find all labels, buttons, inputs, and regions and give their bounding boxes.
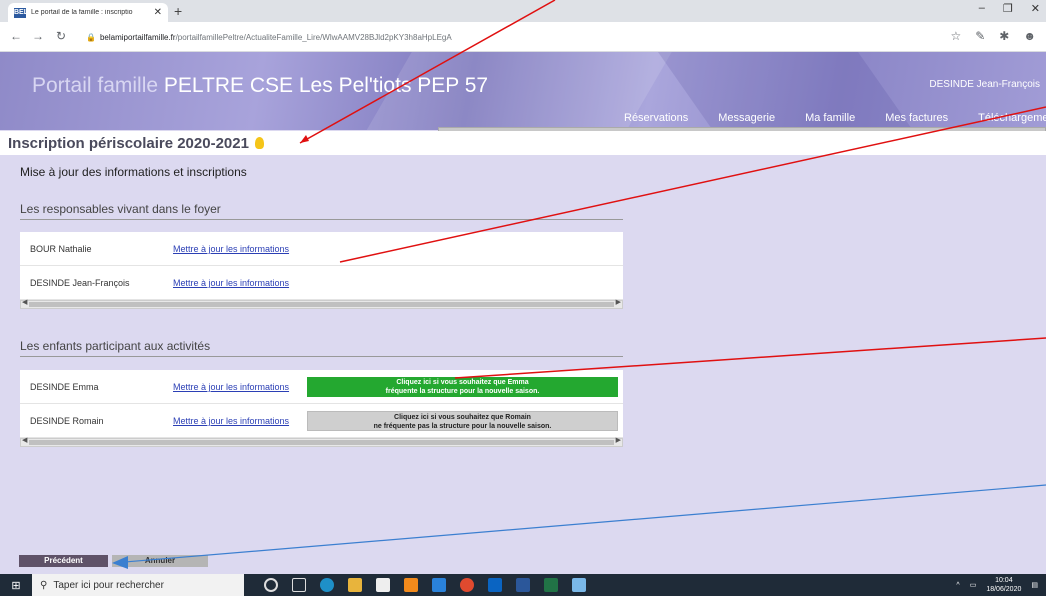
enfants-table: DESINDE Emma Mettre à jour les informati… [20, 370, 623, 447]
table-scrollbar[interactable]: ◀ ▶ [20, 436, 623, 447]
task-view-icon[interactable] [292, 578, 306, 592]
table-scrollbar[interactable]: ◀ ▶ [20, 298, 623, 309]
scrollbar-thumb[interactable] [29, 440, 614, 445]
clock[interactable]: 10:04 18/06/2020 [986, 576, 1021, 594]
update-info-link[interactable]: Mettre à jour les informations [173, 244, 289, 254]
scrollbar-thumb[interactable] [29, 302, 614, 307]
table-row: DESINDE Romain Mettre à jour les informa… [20, 404, 623, 438]
profile-icon[interactable]: ☻ [1023, 29, 1036, 43]
app-icon[interactable] [572, 578, 586, 592]
enroll-emma-button[interactable]: Cliquez ici si vous souhaitez que Emma f… [307, 377, 618, 397]
section-heading-enfants: Les enfants participant aux activités [20, 339, 623, 357]
cancel-button[interactable]: Annuler [112, 555, 208, 567]
scroll-right-icon[interactable]: ▶ [616, 298, 621, 306]
browser-address-bar: ← → ↻ 🔒 belamiportailfamille.fr/portailfa… [0, 22, 1046, 52]
taskbar-apps [264, 578, 586, 592]
site-favicon-icon: BEL [14, 7, 28, 18]
responsable-name: BOUR Nathalie [30, 244, 92, 254]
page-title-text: Inscription périscolaire 2020-2021 [8, 135, 249, 152]
close-tab-icon[interactable]: ✕ [154, 7, 162, 18]
url-host: belamiportailfamille.fr [99, 33, 176, 42]
word-icon[interactable] [516, 578, 530, 592]
forward-icon[interactable]: → [32, 29, 44, 43]
system-tray: ^ ▭ 10:04 18/06/2020 ▤ [956, 576, 1046, 594]
nav-messagerie[interactable]: Messagerie [718, 112, 775, 124]
child-name: DESINDE Emma [30, 382, 99, 392]
browser-tab[interactable]: BEL Le portail de la famille : inscripti… [8, 3, 168, 22]
edge-icon[interactable] [320, 578, 334, 592]
browser-toolbar-right: ☆ ✎ ✱ ☻ [950, 29, 1036, 43]
windows-taskbar: ⊞ ⚲ Taper ici pour rechercher ^ ▭ 10:04 … [0, 574, 1046, 596]
table-row: DESINDE Jean-François Mettre à jour les … [20, 266, 623, 300]
clock-time: 10:04 [995, 577, 1013, 584]
portal-header: Portail famille PELTRE CSE Les Pel'tiots… [0, 52, 1046, 130]
windows-start-icon[interactable]: ⊞ [0, 579, 32, 592]
puzzle-icon[interactable]: ✱ [999, 29, 1009, 43]
tab-title: Le portail de la famille : inscriptio [31, 9, 133, 16]
page-title: Inscription périscolaire 2020-2021 [8, 135, 264, 152]
search-placeholder: Taper ici pour rechercher [53, 579, 164, 591]
scroll-left-icon[interactable]: ◀ [22, 298, 27, 306]
update-info-link[interactable]: Mettre à jour les informations [173, 278, 289, 288]
lock-icon: 🔒 [86, 33, 96, 42]
nav-ma-famille[interactable]: Ma famille [805, 112, 855, 124]
notification-icon[interactable]: ▤ [1031, 581, 1038, 589]
file-explorer-icon[interactable] [348, 578, 362, 592]
page-subtitle: Mise à jour des informations et inscript… [20, 165, 247, 179]
url-path: /portailfamillePeltre/ActualiteFamille_L… [175, 33, 452, 42]
minimize-icon[interactable]: – [979, 2, 985, 15]
chrome-icon[interactable] [460, 578, 474, 592]
unenroll-romain-button[interactable]: Cliquez ici si vous souhaitez que Romain… [307, 411, 618, 431]
outlook-icon[interactable] [488, 578, 502, 592]
lightbulb-icon [254, 137, 264, 149]
nav-reservations[interactable]: Réservations [624, 112, 688, 124]
table-row: BOUR Nathalie Mettre à jour les informat… [20, 232, 623, 266]
action-line: Cliquez ici si vous souhaitez que Emma [396, 379, 529, 386]
back-icon[interactable]: ← [10, 29, 22, 43]
bookmark-star-icon[interactable]: ☆ [950, 29, 961, 43]
scroll-right-icon[interactable]: ▶ [616, 436, 621, 444]
action-line: ne fréquente pas la structure pour la no… [373, 423, 552, 430]
excel-icon[interactable] [544, 578, 558, 592]
scroll-left-icon[interactable]: ◀ [22, 436, 27, 444]
child-name: DESINDE Romain [30, 416, 104, 426]
tray-chevron-icon[interactable]: ^ [956, 582, 959, 589]
close-window-icon[interactable]: ✕ [1031, 2, 1040, 15]
cortana-icon[interactable] [264, 578, 278, 592]
portal-label: Portail famille [32, 74, 159, 97]
window-controls: – ❐ ✕ [979, 2, 1040, 15]
org-name: PELTRE CSE Les Pel'tiots PEP 57 [163, 74, 489, 97]
url-field[interactable]: 🔒 belamiportailfamille.fr/portailfamilleP… [86, 29, 936, 46]
update-info-link[interactable]: Mettre à jour les informations [173, 416, 289, 426]
action-line: Cliquez ici si vous souhaitez que Romain [394, 414, 531, 421]
clock-date: 18/06/2020 [986, 586, 1022, 593]
extension-icon[interactable]: ✎ [975, 29, 985, 43]
portal-title: Portail famille PELTRE CSE Les Pel'tiots… [32, 74, 488, 98]
new-tab-icon[interactable]: + [174, 3, 182, 19]
user-name[interactable]: DESINDE Jean-François [929, 79, 1040, 90]
restore-icon[interactable]: ❐ [1003, 2, 1013, 15]
action-line: fréquente la structure pour la nouvelle … [385, 388, 540, 395]
update-info-link[interactable]: Mettre à jour les informations [173, 382, 289, 392]
section-heading-responsables: Les responsables vivant dans le foyer [20, 202, 623, 220]
nav-telechargements[interactable]: Téléchargements [978, 112, 1046, 124]
store-icon[interactable] [376, 578, 390, 592]
table-row: DESINDE Emma Mettre à jour les informati… [20, 370, 623, 404]
nav-mes-factures[interactable]: Mes factures [885, 112, 948, 124]
taskbar-search[interactable]: ⚲ Taper ici pour rechercher [32, 574, 244, 596]
app-icon[interactable] [404, 578, 418, 592]
app-icon[interactable] [432, 578, 446, 592]
main-nav: Réservations Messagerie Ma famille Mes f… [624, 112, 1046, 124]
browser-tab-bar: BEL Le portail de la famille : inscripti… [0, 0, 1046, 22]
previous-button[interactable]: Précédent [19, 555, 108, 567]
search-icon: ⚲ [40, 579, 48, 591]
responsable-name: DESINDE Jean-François [30, 278, 130, 288]
responsables-table: BOUR Nathalie Mettre à jour les informat… [20, 232, 623, 309]
reload-icon[interactable]: ↻ [56, 29, 66, 43]
annotation-arrow [124, 484, 1046, 563]
page-title-bar: Inscription périscolaire 2020-2021 [0, 131, 1046, 155]
network-icon[interactable]: ▭ [970, 581, 977, 589]
